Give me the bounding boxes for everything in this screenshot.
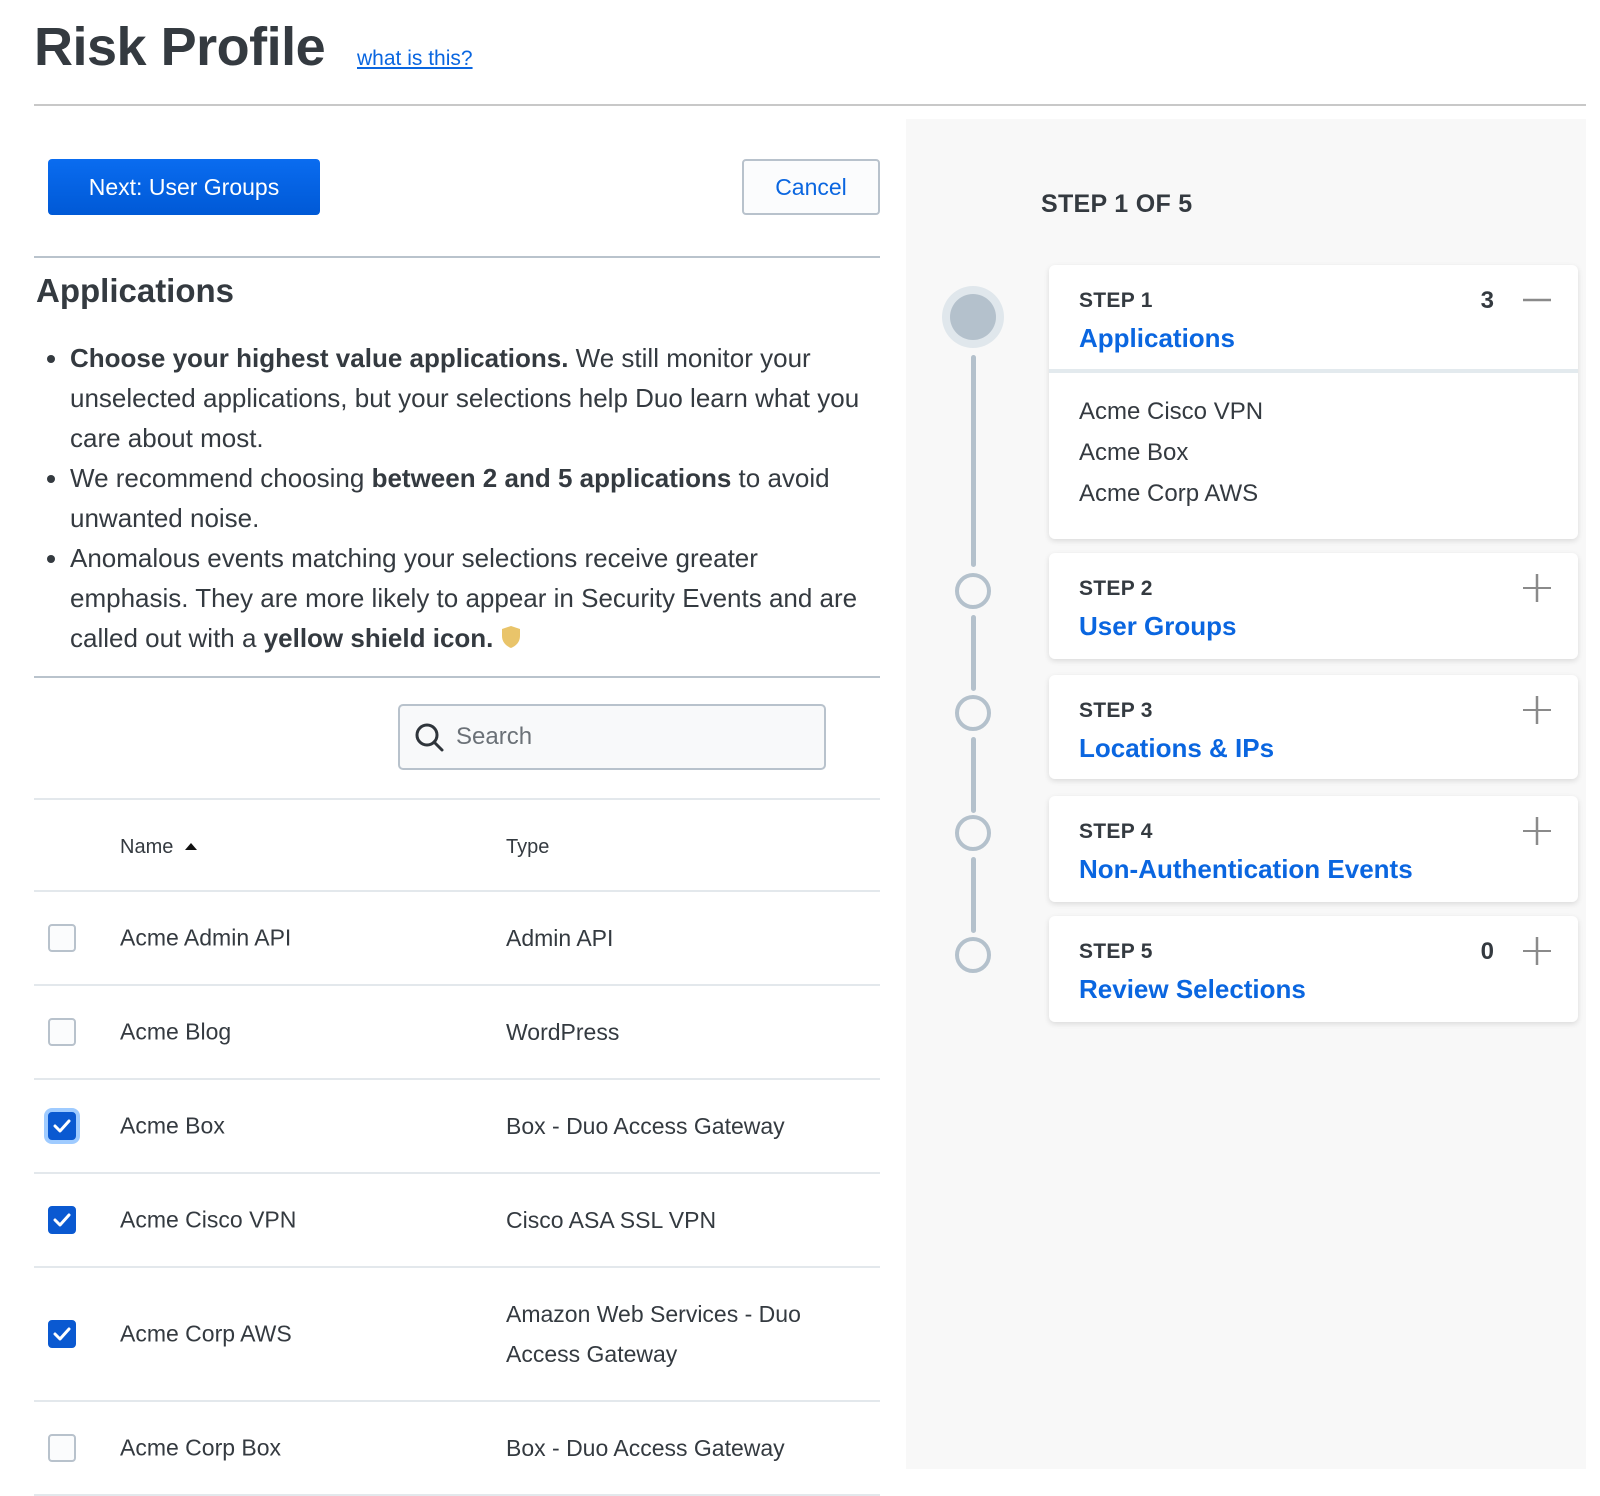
wizard-step-card-5: STEP 5 Review Selections 0 <box>1049 916 1578 1022</box>
instruction-bold: between 2 and 5 applications <box>371 463 732 493</box>
table-row[interactable]: Acme Box Box - Duo Access Gateway <box>34 1080 880 1174</box>
app-name: Acme Box <box>120 1112 225 1139</box>
step-header[interactable]: STEP 1 Applications 3 <box>1049 265 1578 369</box>
step-4-node <box>955 815 991 851</box>
instruction-bold: Choose your highest value applications. <box>70 343 569 373</box>
table-header: Name Type <box>34 798 880 892</box>
progress-track <box>971 737 976 813</box>
step-label: STEP 4 <box>1079 820 1153 843</box>
wizard-step-card-3: STEP 3 Locations & IPs <box>1049 675 1578 779</box>
search-input[interactable] <box>454 712 814 762</box>
selected-applications-list: Acme Cisco VPN Acme Box Acme Corp AWS <box>1049 369 1578 526</box>
row-checkbox[interactable] <box>48 1112 76 1140</box>
step-title-link[interactable]: User Groups <box>1079 611 1237 642</box>
step-title-link[interactable]: Non-Authentication Events <box>1079 854 1413 885</box>
page-title: Risk Profile <box>34 17 326 77</box>
divider <box>34 256 880 258</box>
table-row[interactable]: Acme Corp Box Box - Duo Access Gateway <box>34 1402 880 1496</box>
instructions-list: Choose your highest value applications. … <box>34 338 880 658</box>
app-name: Acme Corp Box <box>120 1434 282 1461</box>
step-header[interactable]: STEP 2 User Groups <box>1049 553 1578 657</box>
app-type: Amazon Web Services - Duo Access Gateway <box>506 1301 801 1367</box>
applications-table: Name Type Acme Admin API Admin API Acme Bl… <box>34 798 880 1496</box>
app-name: Acme Blog <box>120 1018 232 1045</box>
step-count: 0 <box>1480 938 1494 965</box>
expand-plus-icon[interactable] <box>1522 695 1552 725</box>
selected-application: Acme Corp AWS <box>1079 480 1259 507</box>
checkmark-icon <box>53 1119 71 1133</box>
step-1-node-active <box>942 286 1004 348</box>
step-header[interactable]: STEP 5 Review Selections 0 <box>1049 916 1578 1020</box>
expand-plus-icon[interactable] <box>1522 573 1552 603</box>
expand-plus-icon[interactable] <box>1522 936 1552 966</box>
next-user-groups-button[interactable]: Next: User Groups <box>48 159 320 215</box>
table-row[interactable]: Acme Admin API Admin API <box>34 892 880 986</box>
row-checkbox[interactable] <box>48 1320 76 1348</box>
progress-track <box>971 857 976 933</box>
selected-application: Acme Cisco VPN <box>1079 398 1264 425</box>
expand-plus-icon[interactable] <box>1522 816 1552 846</box>
app-name: Acme Cisco VPN <box>120 1206 297 1233</box>
instruction-item: Choose your highest value applications. … <box>70 338 880 458</box>
section-title: Applications <box>36 272 235 309</box>
row-checkbox[interactable] <box>48 1206 76 1234</box>
step-title-link[interactable]: Review Selections <box>1079 974 1306 1005</box>
row-checkbox[interactable] <box>48 1434 76 1462</box>
checkmark-icon <box>53 1327 71 1341</box>
step-count: 3 <box>1480 287 1494 314</box>
step-title-link[interactable]: Locations & IPs <box>1079 733 1274 764</box>
wizard-step-card-2: STEP 2 User Groups <box>1049 553 1578 659</box>
table-row[interactable]: Acme Blog WordPress <box>34 986 880 1080</box>
step-counter: STEP 1 OF 5 <box>1041 190 1193 218</box>
progress-track <box>971 355 976 567</box>
step-label: STEP 5 <box>1079 940 1153 963</box>
wizard-panel: STEP 1 OF 5 STEP 1 Applications 3 Acme Cisc… <box>906 119 1586 1469</box>
column-header-name[interactable]: Name <box>120 836 198 859</box>
step-header[interactable]: STEP 3 Locations & IPs <box>1049 675 1578 779</box>
step-label: STEP 3 <box>1079 699 1153 722</box>
cancel-button[interactable]: Cancel <box>742 159 880 215</box>
selected-application: Acme Box <box>1079 439 1189 466</box>
wizard-step-card-1: STEP 1 Applications 3 Acme Cisco VPN Acme Bo… <box>1049 265 1578 539</box>
step-2-node <box>955 573 991 609</box>
step-label: STEP 2 <box>1079 577 1153 600</box>
checkmark-icon <box>53 1213 71 1227</box>
instruction-item: We recommend choosing between 2 and 5 ap… <box>70 458 880 538</box>
instruction-text: We recommend choosing <box>70 463 372 493</box>
applications-panel: Next: User Groups Cancel Applications Ch… <box>34 106 880 1496</box>
sort-ascending-icon <box>185 843 198 850</box>
app-type: Admin API <box>506 925 614 951</box>
divider <box>34 676 880 678</box>
instruction-bold: yellow shield icon. <box>263 623 494 653</box>
search-field[interactable] <box>398 704 826 770</box>
instruction-item: Anomalous events matching your selection… <box>70 538 880 658</box>
yellow-shield-icon <box>501 620 521 648</box>
step-header[interactable]: STEP 4 Non-Authentication Events <box>1049 796 1578 900</box>
row-checkbox[interactable] <box>48 924 76 952</box>
page-header: Risk Profile what is this? <box>34 0 1586 106</box>
table-row[interactable]: Acme Cisco VPN Cisco ASA SSL VPN <box>34 1174 880 1268</box>
app-type: WordPress <box>506 1019 620 1045</box>
search-icon <box>415 723 444 752</box>
step-label: STEP 1 <box>1079 289 1153 312</box>
progress-track <box>971 615 976 691</box>
app-type: Box - Duo Access Gateway <box>506 1113 785 1139</box>
app-name: Acme Corp AWS <box>120 1320 292 1347</box>
collapse-minus-icon[interactable] <box>1522 285 1552 315</box>
app-type: Box - Duo Access Gateway <box>506 1435 785 1461</box>
row-checkbox[interactable] <box>48 1018 76 1046</box>
app-name: Acme Admin API <box>120 924 292 951</box>
step-5-node <box>955 937 991 973</box>
step-3-node <box>955 695 991 731</box>
table-row[interactable]: Acme Corp AWS Amazon Web Services - Duo A… <box>34 1268 880 1402</box>
wizard-step-card-4: STEP 4 Non-Authentication Events <box>1049 796 1578 902</box>
step-title-link[interactable]: Applications <box>1079 323 1235 354</box>
what-is-this-link[interactable]: what is this? <box>357 47 473 71</box>
app-type: Cisco ASA SSL VPN <box>506 1207 717 1233</box>
column-name-label: Name <box>120 836 174 858</box>
column-header-type: Type <box>506 836 550 858</box>
